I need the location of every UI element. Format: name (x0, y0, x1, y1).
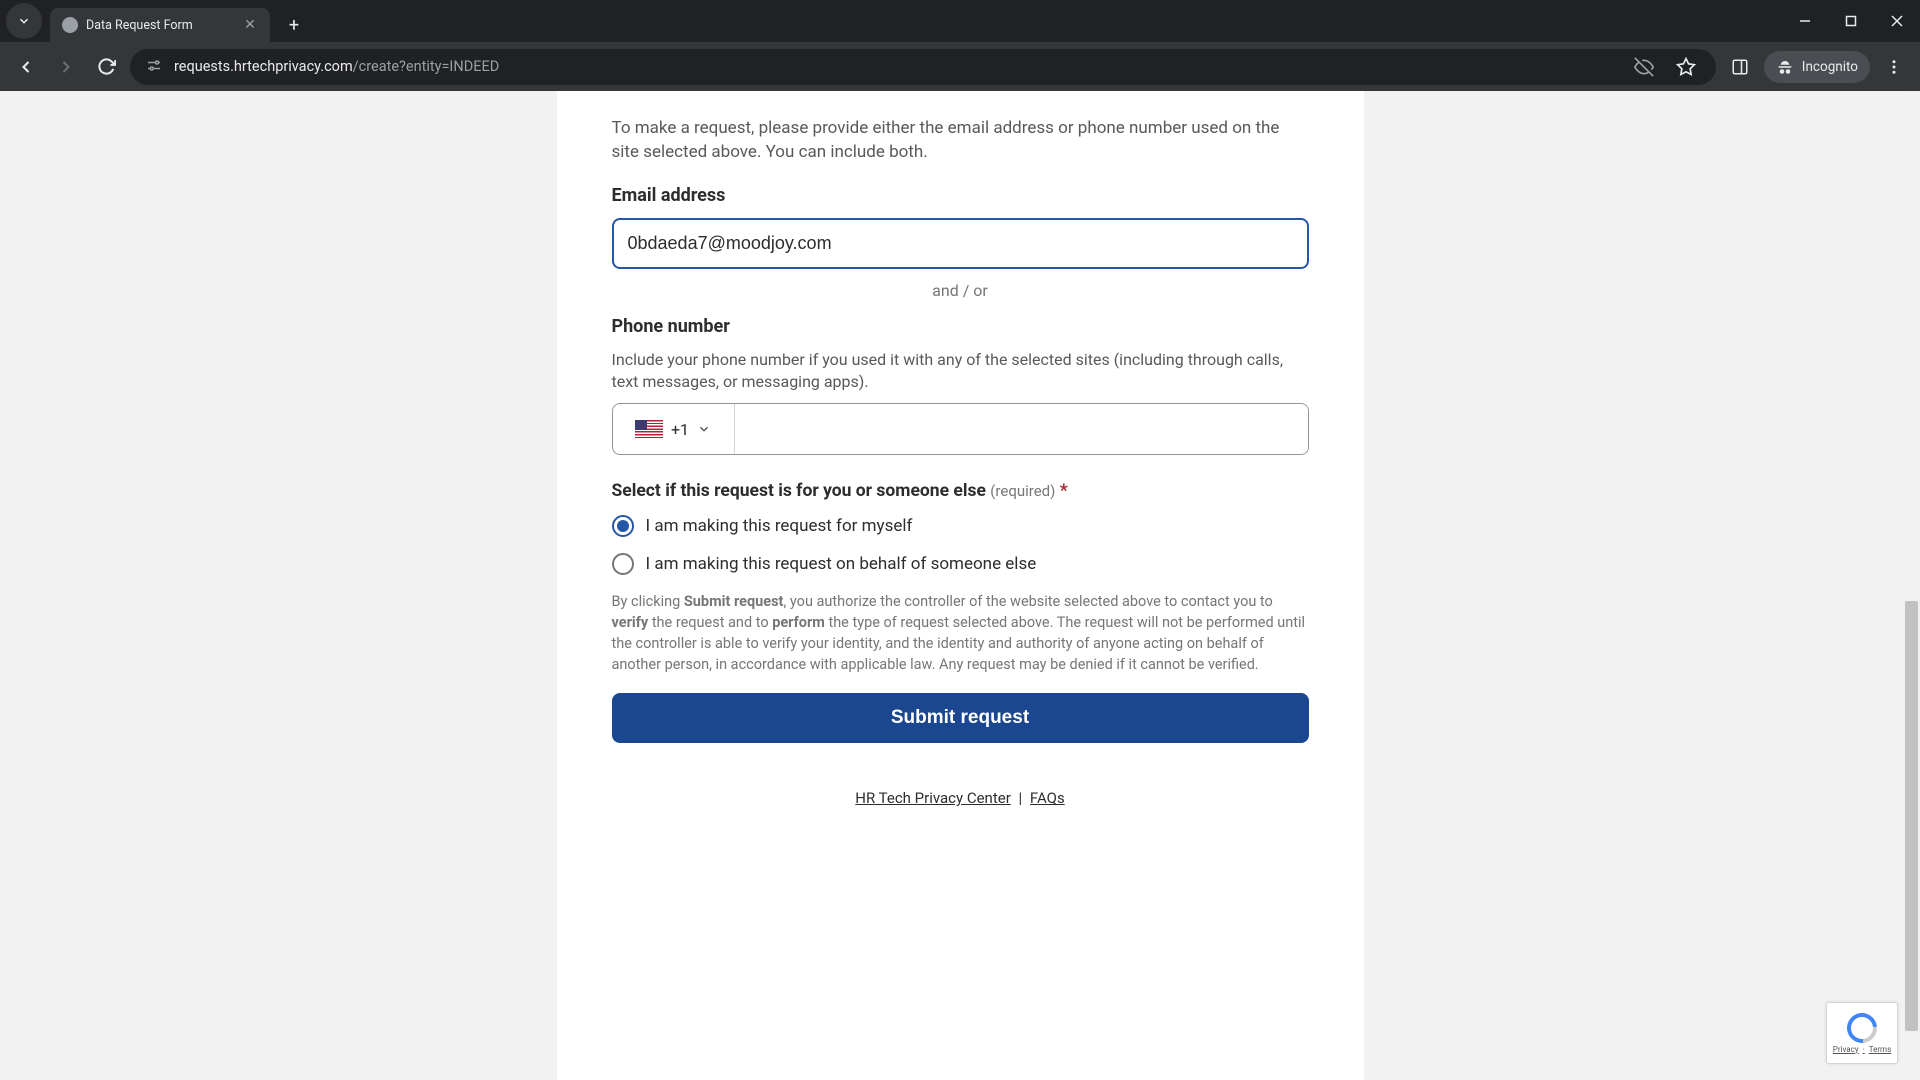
recaptcha-badge[interactable]: Privacy · Terms (1826, 1002, 1898, 1064)
browser-tab[interactable]: Data Request Form ✕ (50, 8, 270, 42)
back-button[interactable] (10, 51, 42, 83)
reload-button[interactable] (90, 51, 122, 83)
recaptcha-privacy: Privacy (1833, 1045, 1859, 1054)
window-close-button[interactable] (1874, 0, 1920, 42)
address-bar[interactable]: requests.hrtechprivacy.com/create?entity… (130, 49, 1716, 85)
submit-button[interactable]: Submit request (612, 693, 1309, 743)
browser-chrome: Data Request Form ✕ + requests.hrtechpri… (0, 0, 1920, 91)
radio-myself-label: I am making this request for myself (646, 516, 913, 536)
incognito-label: Incognito (1802, 59, 1858, 75)
country-code-select[interactable]: +1 (613, 404, 735, 454)
faqs-link[interactable]: FAQs (1030, 789, 1065, 807)
footer-links: HR Tech Privacy Center | FAQs (612, 789, 1309, 807)
bookmark-star-icon[interactable] (1670, 51, 1702, 83)
menu-icon[interactable] (1878, 51, 1910, 83)
incognito-icon (1776, 58, 1794, 76)
required-tag: (required) (990, 482, 1055, 500)
radio-button-icon (612, 553, 634, 575)
radio-someone-else-label: I am making this request on behalf of so… (646, 554, 1037, 574)
required-star: * (1060, 481, 1068, 501)
disclaimer-text: By clicking Submit request, you authoriz… (612, 591, 1309, 675)
recaptcha-icon (1847, 1013, 1877, 1043)
radio-myself[interactable]: I am making this request for myself (612, 515, 1309, 537)
scrollbar-track[interactable] (1903, 91, 1920, 1080)
page-viewport: To make a request, please provide either… (0, 91, 1920, 1080)
form-card: To make a request, please provide either… (557, 91, 1364, 1080)
new-tab-button[interactable]: + (280, 11, 308, 39)
url-display: requests.hrtechprivacy.com/create?entity… (174, 58, 1618, 75)
site-settings-icon[interactable] (144, 57, 164, 77)
scrollbar-thumb[interactable] (1905, 601, 1918, 1031)
minimize-button[interactable] (1782, 0, 1828, 42)
favicon (62, 17, 78, 33)
chevron-down-icon (697, 422, 711, 436)
incognito-indicator[interactable]: Incognito (1764, 51, 1870, 83)
tab-title: Data Request Form (86, 18, 234, 33)
recaptcha-terms: Terms (1869, 1045, 1891, 1054)
flag-us-icon (635, 420, 663, 438)
intro-text: To make a request, please provide either… (612, 117, 1309, 165)
and-or-divider: and / or (612, 281, 1309, 300)
radio-button-icon (612, 515, 634, 537)
phone-label: Phone number (612, 316, 1309, 337)
footer-separator: | (1019, 789, 1023, 807)
tab-bar: Data Request Form ✕ + (0, 0, 1920, 42)
toolbar: requests.hrtechprivacy.com/create?entity… (0, 42, 1920, 91)
email-field[interactable] (612, 218, 1309, 269)
phone-hint: Include your phone number if you used it… (612, 349, 1309, 394)
eye-off-icon[interactable] (1628, 51, 1660, 83)
phone-group: +1 (612, 403, 1309, 455)
privacy-center-link[interactable]: HR Tech Privacy Center (855, 789, 1011, 807)
forward-button[interactable] (50, 51, 82, 83)
email-label: Email address (612, 185, 1309, 206)
side-panel-icon[interactable] (1724, 51, 1756, 83)
tab-search-dropdown[interactable] (6, 3, 42, 39)
radio-someone-else[interactable]: I am making this request on behalf of so… (612, 553, 1309, 575)
close-icon[interactable]: ✕ (242, 17, 258, 33)
dial-code: +1 (671, 420, 689, 439)
maximize-button[interactable] (1828, 0, 1874, 42)
phone-field[interactable] (735, 404, 1308, 454)
requester-heading: Select if this request is for you or som… (612, 481, 1309, 501)
